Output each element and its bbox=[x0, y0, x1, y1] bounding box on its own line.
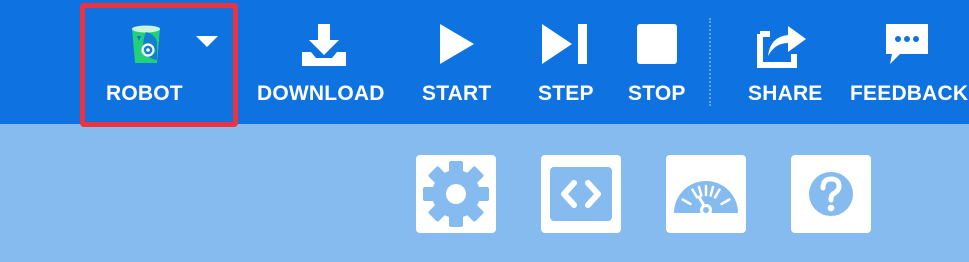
play-icon bbox=[440, 24, 474, 64]
step-icon bbox=[542, 24, 587, 64]
settings-button[interactable] bbox=[416, 155, 496, 233]
code-view-button[interactable] bbox=[541, 155, 621, 233]
feedback-icon bbox=[886, 24, 928, 64]
feedback-label: FEEDBACK bbox=[850, 82, 969, 105]
toolbar-separator bbox=[709, 18, 711, 106]
speedometer-icon bbox=[674, 181, 738, 216]
stop-icon bbox=[637, 24, 677, 64]
stop-button[interactable]: STOP bbox=[625, 0, 695, 124]
gear-icon bbox=[423, 161, 489, 227]
robot-highlight-frame bbox=[80, 3, 238, 127]
share-icon bbox=[757, 26, 806, 68]
download-label: DOWNLOAD bbox=[257, 82, 385, 105]
step-button[interactable]: STEP bbox=[535, 0, 605, 124]
question-mark-icon bbox=[809, 172, 853, 216]
feedback-button[interactable]: FEEDBACK bbox=[848, 0, 969, 124]
step-label: STEP bbox=[538, 82, 594, 105]
download-icon bbox=[302, 24, 346, 66]
download-button[interactable]: DOWNLOAD bbox=[254, 0, 394, 124]
share-label: SHARE bbox=[748, 82, 823, 105]
code-icon bbox=[550, 167, 612, 221]
toolbar: ROBOT DOWNLOAD START STEP STOP SHARE FEE… bbox=[0, 0, 969, 127]
speed-button[interactable] bbox=[666, 155, 746, 233]
stop-label: STOP bbox=[628, 82, 686, 105]
share-button[interactable]: SHARE bbox=[745, 0, 830, 124]
start-label: START bbox=[422, 82, 492, 105]
help-button[interactable] bbox=[791, 155, 871, 233]
start-button[interactable]: START bbox=[420, 0, 500, 124]
